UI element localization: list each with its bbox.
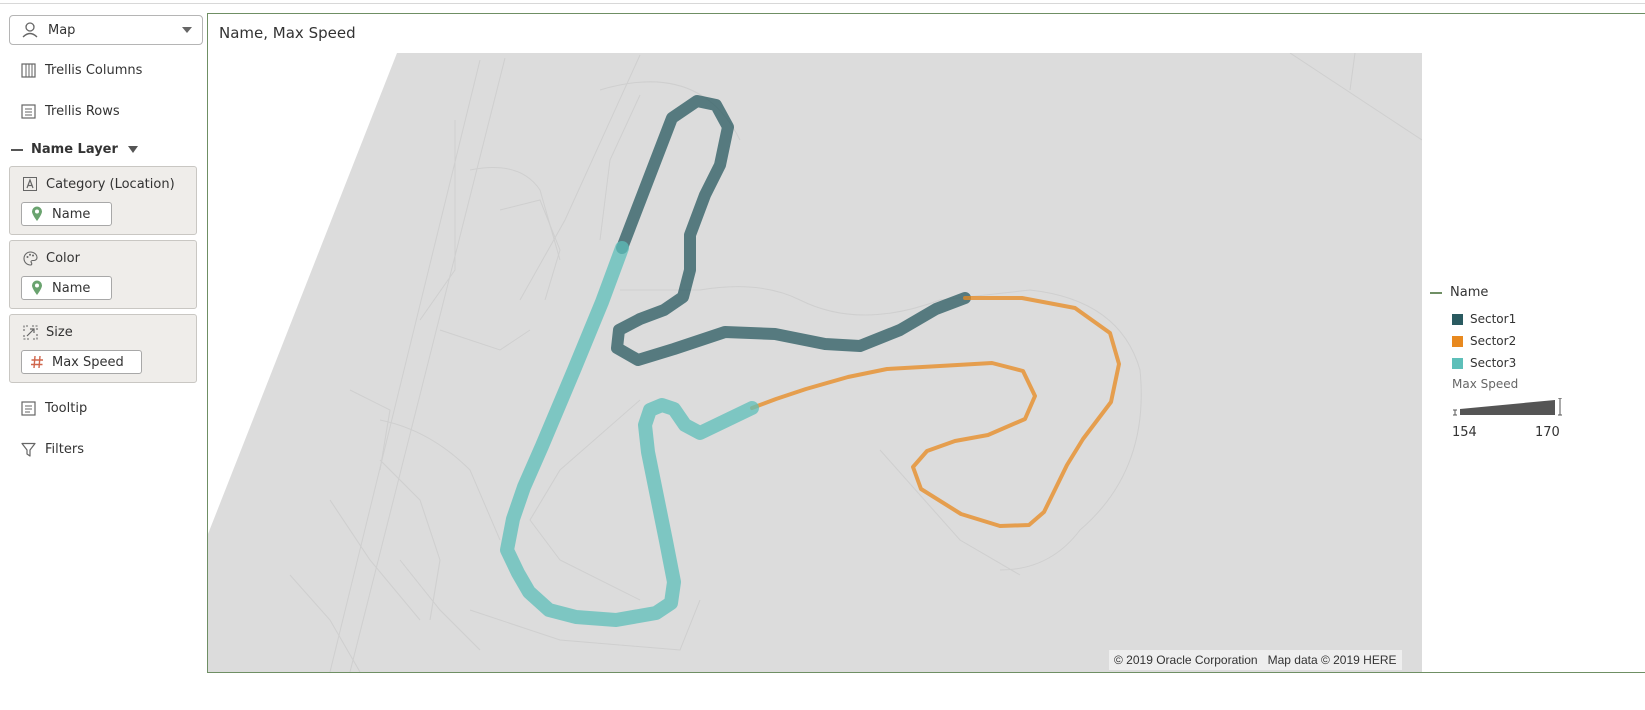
size-scale-wedge	[1453, 398, 1562, 416]
trellis-columns-dropzone[interactable]: Trellis Columns	[20, 62, 142, 78]
columns-icon	[20, 62, 36, 78]
visualization-type-select[interactable]: Map	[9, 15, 203, 45]
visualization-title: Name, Max Speed	[219, 24, 356, 42]
tooltip-label: Tooltip	[45, 400, 88, 416]
category-label: Category (Location)	[46, 176, 175, 192]
legend-item-label: Sector2	[1470, 334, 1517, 348]
legend-item-sector3[interactable]: Sector3	[1452, 356, 1516, 370]
legend-size-title: Max Speed	[1452, 377, 1519, 391]
visualization-type-label: Map	[48, 22, 76, 38]
color-pill-label: Name	[52, 280, 91, 296]
map-data-copyright: Map data © 2019 HERE	[1267, 653, 1397, 667]
legend-item-label: Sector1	[1470, 312, 1517, 326]
map-pin-icon	[20, 20, 40, 40]
rows-icon	[20, 103, 36, 119]
filter-funnel-icon	[20, 441, 36, 457]
map-tile-background	[208, 53, 1422, 672]
legend-item-sector1[interactable]: Sector1	[1452, 312, 1516, 326]
layer-menu-caret-icon[interactable]	[127, 146, 138, 153]
layer-header: Name Layer	[11, 142, 138, 157]
layer-line-icon	[11, 148, 23, 151]
tooltip-icon	[20, 400, 36, 416]
top-divider	[0, 0, 1645, 4]
size-max-label: 170	[1535, 425, 1560, 440]
legend-swatch	[1452, 357, 1463, 369]
resize-icon	[22, 324, 38, 340]
chevron-down-icon[interactable]	[182, 27, 192, 33]
trellis-columns-label: Trellis Columns	[45, 62, 143, 78]
size-label: Size	[46, 324, 73, 340]
size-pill-max-speed[interactable]: Max Speed	[21, 350, 142, 374]
legend-color-title: Name	[1450, 285, 1489, 300]
category-pill-label: Name	[52, 206, 91, 222]
trellis-rows-dropzone[interactable]: Trellis Rows	[20, 103, 120, 119]
size-pill-label: Max Speed	[52, 354, 124, 370]
legend-line-icon	[1430, 291, 1442, 294]
category-text-icon	[22, 176, 38, 192]
size-min-label: 154	[1452, 425, 1477, 440]
filters-dropzone[interactable]: Filters	[20, 441, 84, 457]
color-pill-name[interactable]: Name	[21, 276, 112, 300]
color-dropzone[interactable]: Color Name	[9, 240, 197, 309]
category-pill-name[interactable]: Name	[21, 202, 112, 226]
legend-swatch	[1452, 313, 1463, 325]
layer-name: Name Layer	[31, 142, 118, 157]
tooltip-dropzone[interactable]: Tooltip	[20, 400, 87, 416]
location-marker-icon	[30, 206, 44, 222]
filters-label: Filters	[45, 441, 84, 457]
category-dropzone[interactable]: Category (Location) Name	[9, 166, 197, 235]
map-attribution: © 2019 Oracle Corporation Map data © 201…	[1109, 650, 1402, 670]
size-dropzone[interactable]: Size Max Speed	[9, 314, 197, 383]
hash-measure-icon	[30, 354, 44, 370]
legend-item-sector2[interactable]: Sector2	[1452, 334, 1516, 348]
legend-swatch	[1452, 335, 1463, 347]
legend-item-label: Sector3	[1470, 356, 1517, 370]
palette-icon	[22, 250, 38, 266]
color-label: Color	[46, 250, 80, 266]
grammar-panel: Map Trellis Columns Trellis Rows Name La…	[0, 0, 205, 710]
map-view[interactable]	[208, 53, 1422, 672]
location-marker-icon	[30, 280, 44, 296]
legend: Name Sector1 Sector2 Sector3 Max Speed 1…	[1430, 285, 1640, 440]
trellis-rows-label: Trellis Rows	[45, 103, 120, 119]
oracle-copyright: © 2019 Oracle Corporation	[1114, 653, 1258, 667]
